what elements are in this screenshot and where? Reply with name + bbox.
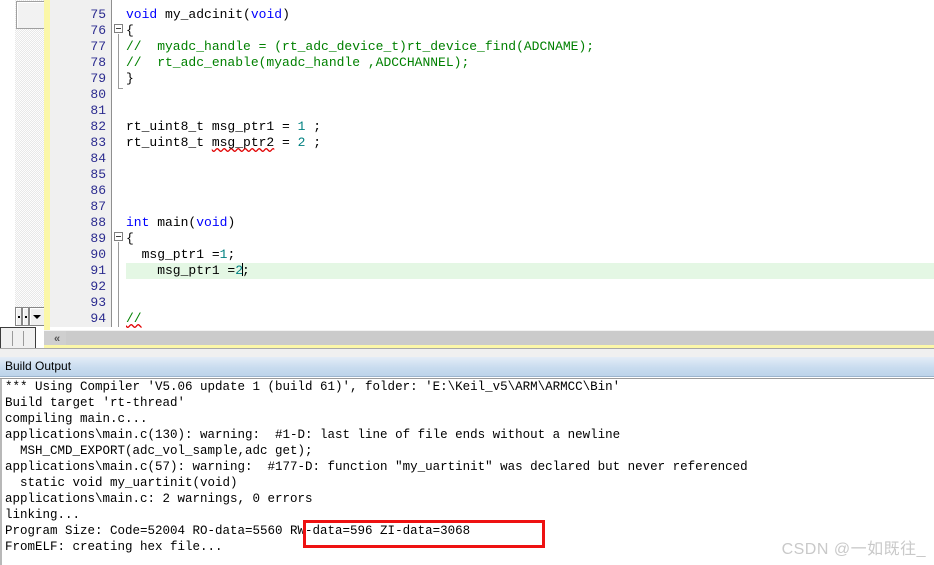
code-token: my_adcinit( [165,7,251,22]
line-number: 93 [90,295,106,310]
build-output-line: MSH_CMD_EXPORT(adc_vol_sample,adc get); [5,444,313,458]
keil-uvision-window: 75 void my_adcinit(void) 76{77// myadc_han… [0,0,934,565]
scroll-left-arrow-icon[interactable]: « [50,331,64,346]
code-editor-pane: 75 void my_adcinit(void) 76{77// myadc_han… [0,0,934,348]
code-token: { [126,231,134,246]
line-number: 77 [90,39,106,54]
line-number: 84 [90,151,106,166]
build-output-pane: Build Output *** Using Compiler 'V5.06 u… [0,357,934,565]
line-number: 87 [90,199,106,214]
build-output-header[interactable]: Build Output [0,357,934,377]
code-folding-column[interactable] [112,0,126,327]
line-number: 81 [90,103,106,118]
line-number: 79 [90,71,106,86]
dot-icon [17,315,20,318]
line-number: 82 [90,119,106,134]
code-token: void [250,7,283,22]
vertical-scrollbar-thumb[interactable] [16,1,45,29]
code-line[interactable]: // rt_adc_enable(myadc_handle ,ADCCHANNE… [126,55,469,71]
code-line[interactable]: msg_ptr1 =2; [126,263,250,279]
line-number: 80 [90,87,106,102]
splitter-grip-line [12,331,13,346]
code-token: int [126,215,158,230]
pane-splitter-handle[interactable] [0,327,36,348]
code-token: msg_ptr1 = [126,247,220,262]
vertical-scrollbar-buttons [15,307,45,327]
code-line[interactable]: } [126,71,134,87]
line-number: 85 [90,167,106,182]
code-token: main( [157,215,197,230]
code-token: ; [305,135,322,150]
dot-icon [24,315,27,318]
line-number: 90 [90,247,106,262]
code-token: } [126,71,134,86]
fold-guide-foot [118,88,123,89]
build-output-lines: *** Using Compiler 'V5.06 update 1 (buil… [0,379,934,555]
build-output-line: applications\main.c: 2 warnings, 0 error… [5,492,313,506]
code-token: ) [282,7,290,22]
code-token: ) [227,215,236,230]
scroll-dot-button-2[interactable] [22,307,30,326]
code-line[interactable]: int main(void) [126,215,235,231]
fold-toggle-icon[interactable] [114,24,123,33]
line-number: 75 [90,7,106,22]
code-line[interactable]: rt_uint8_t msg_ptr1 = 1 ; [126,119,321,135]
code-token: = [274,135,298,150]
line-number: 86 [90,183,106,198]
editor-horizontal-scrollbar[interactable]: « [44,330,934,346]
build-output-line: applications\main.c(57): warning: #177-D… [5,460,748,474]
code-token: void [126,7,166,22]
code-line[interactable]: rt_uint8_t msg_ptr2 = 2 ; [126,135,321,151]
code-line[interactable]: { [126,231,134,247]
code-token: rt_uint8_t msg_ptr1 = [126,119,298,134]
build-output-line: applications\main.c(130): warning: #1-D:… [5,428,621,442]
code-token: void [196,215,228,230]
line-number: 94 [90,311,106,326]
code-token: // [126,311,142,326]
vertical-scrollbar-track[interactable] [15,0,45,307]
fold-guide-line [118,242,119,327]
code-token: { [126,23,134,38]
line-number: 92 [90,279,106,294]
code-token: ; [227,247,236,262]
line-number: 78 [90,55,106,70]
code-token: msg_ptr2 [211,135,275,150]
build-output-line: static void my_uartinit(void) [5,476,238,490]
line-number: 76 [90,23,106,38]
code-line[interactable]: { [126,23,134,39]
line-number: 89 [90,231,106,246]
code-token: // rt_adc_enable(myadc_handle ,ADCCHANNE… [126,55,470,70]
code-line[interactable]: void my_adcinit(void) [126,7,290,23]
fold-toggle-icon[interactable] [114,232,123,241]
code-line[interactable]: // myadc_handle = (rt_adc_device_t)rt_de… [126,39,594,55]
code-token: msg_ptr1 = [126,263,236,278]
code-token: rt_uint8_t [126,135,212,150]
code-token: ; [242,263,250,278]
code-token: // myadc_handle = (rt_adc_device_t)rt_de… [126,39,595,54]
horizontal-scrollbar-thumb[interactable] [66,331,934,346]
scroll-down-button[interactable] [29,307,45,326]
build-output-line: Build target 'rt-thread' [5,396,186,410]
build-output-line: linking... [5,508,81,522]
line-number: 83 [90,135,106,150]
csdn-watermark: CSDN @一如既往_ [781,541,926,558]
build-output-line: compiling main.c... [5,412,148,426]
code-line[interactable]: // [126,311,142,327]
fold-guide-line [118,34,119,88]
build-output-title: Build Output [5,359,72,373]
chevron-down-icon [33,314,42,319]
splitter-grip-line [23,331,24,346]
editor-vertical-scrollbar[interactable] [14,0,45,327]
build-output-line: *** Using Compiler 'V5.06 update 1 (buil… [5,380,621,394]
line-number: 88 [90,215,106,230]
code-line[interactable]: msg_ptr1 =1; [126,247,236,263]
code-token: ; [305,119,322,134]
scroll-dot-button-1[interactable] [15,307,23,326]
line-number: 91 [90,263,106,278]
